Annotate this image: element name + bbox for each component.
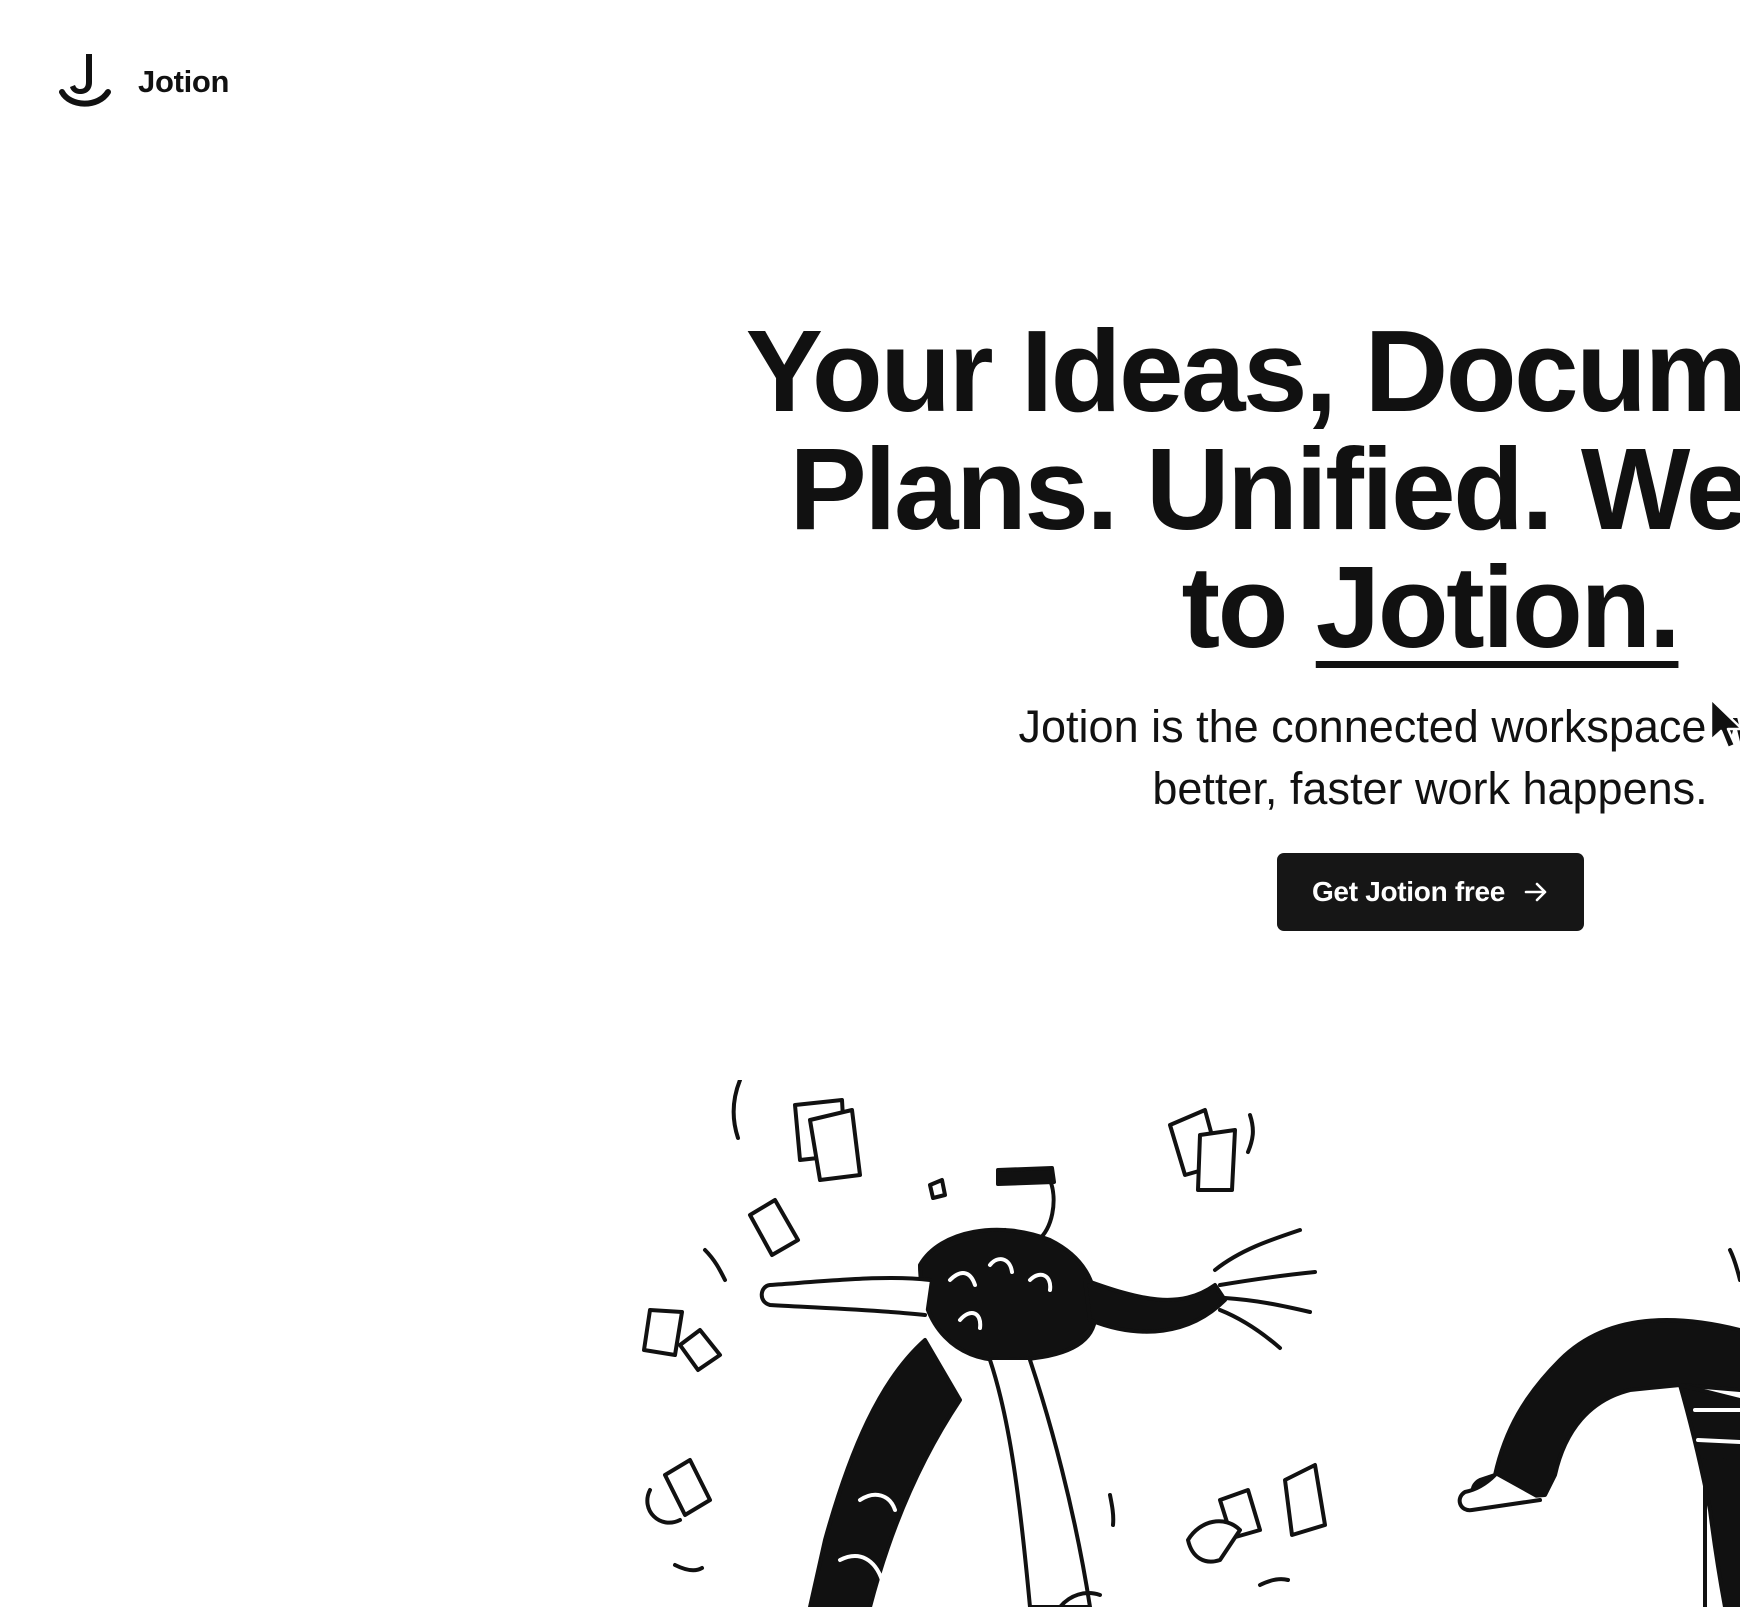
get-jotion-free-button[interactable]: Get Jotion free bbox=[1277, 853, 1584, 931]
cta-label: Get Jotion free bbox=[1311, 876, 1506, 907]
subhead-line-1: Jotion is the connected workspace where bbox=[1018, 701, 1740, 752]
mouse-cursor-icon bbox=[1709, 697, 1740, 750]
headline-line-1: Your Ideas, Documents, & bbox=[745, 306, 1740, 436]
people-juggling-papers-illustration bbox=[642, 1080, 1740, 1607]
arrow-right-icon bbox=[1524, 882, 1547, 902]
hero-subhead: Jotion is the connected workspace where … bbox=[880, 696, 1740, 820]
subhead-line-2: better, faster work happens. bbox=[1152, 763, 1708, 814]
headline-line-3-prefix: to bbox=[1181, 542, 1316, 672]
hero-headline: Your Ideas, Documents, & Plans. Unified.… bbox=[700, 312, 1740, 666]
headline-brand-word: Jotion. bbox=[1315, 542, 1681, 672]
headline-line-2: Plans. Unified. Welcome bbox=[789, 424, 1740, 554]
landing-page: Jotion Your Ideas, Documents, & Plans. U… bbox=[0, 0, 1740, 1607]
hero-section: Your Ideas, Documents, & Plans. Unified.… bbox=[0, 0, 1740, 1607]
headline-line-3: to Jotion. bbox=[700, 548, 1740, 666]
